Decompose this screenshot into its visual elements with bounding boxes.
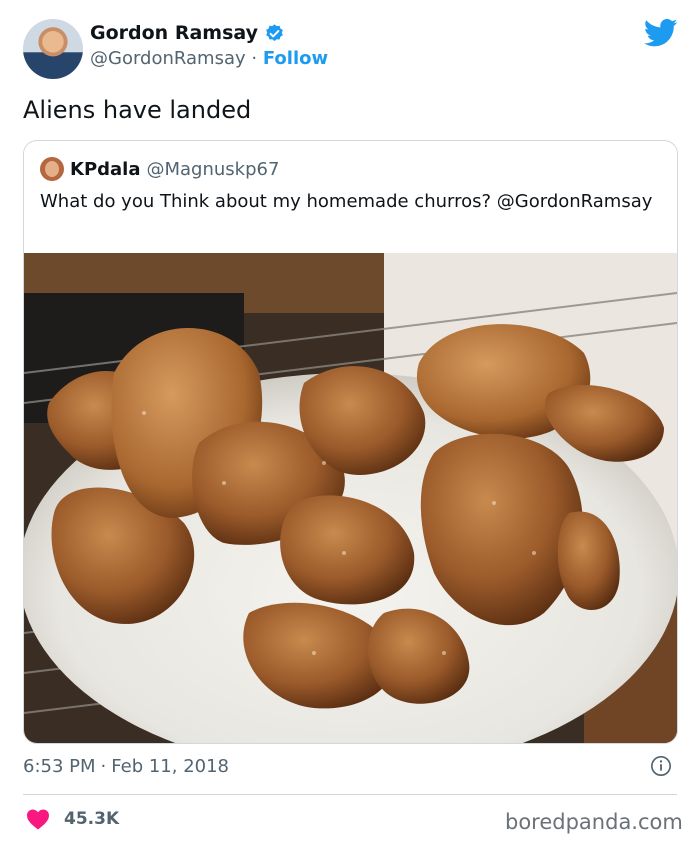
- tweet-timestamp[interactable]: 6:53 PM · Feb 11, 2018: [23, 756, 229, 777]
- timestamp-separator: ·: [100, 756, 107, 777]
- quoted-author-row: KPdala @Magnuskp67: [40, 157, 279, 181]
- quoted-tweet[interactable]: KPdala @Magnuskp67 What do you Think abo…: [23, 140, 678, 744]
- follow-button[interactable]: Follow: [263, 48, 328, 69]
- tweet-date: Feb 11, 2018: [111, 756, 230, 777]
- author-handle[interactable]: @GordonRamsay: [90, 48, 246, 69]
- watermark: boredpanda.com: [505, 810, 683, 834]
- quoted-author-handle[interactable]: @Magnuskp67: [147, 159, 280, 180]
- like-count: 45.3K: [64, 809, 120, 829]
- quoted-tweet-text: What do you Think about my homemade chur…: [40, 191, 653, 212]
- author-name[interactable]: Gordon Ramsay: [90, 22, 258, 44]
- quoted-author-name[interactable]: KPdala: [70, 159, 141, 180]
- like-action[interactable]: 45.3K: [26, 808, 119, 830]
- tweet-text: Aliens have landed: [23, 96, 252, 124]
- divider: [23, 794, 677, 795]
- author-block: Gordon Ramsay @GordonRamsay · Follow: [90, 22, 328, 69]
- author-avatar[interactable]: [23, 19, 83, 79]
- verified-badge-icon: [266, 23, 283, 41]
- twitter-bird-icon[interactable]: [644, 18, 678, 48]
- author-name-row: Gordon Ramsay: [90, 22, 328, 44]
- tweet-time: 6:53 PM: [23, 756, 96, 777]
- info-icon[interactable]: [650, 755, 672, 777]
- quoted-author-avatar[interactable]: [40, 157, 64, 181]
- churros-photo[interactable]: [24, 253, 677, 743]
- heart-icon[interactable]: [26, 808, 50, 830]
- handle-separator: ·: [251, 48, 258, 69]
- author-handle-row: @GordonRamsay · Follow: [90, 48, 328, 69]
- tweet-card: Gordon Ramsay @GordonRamsay · Follow Ali…: [0, 0, 700, 845]
